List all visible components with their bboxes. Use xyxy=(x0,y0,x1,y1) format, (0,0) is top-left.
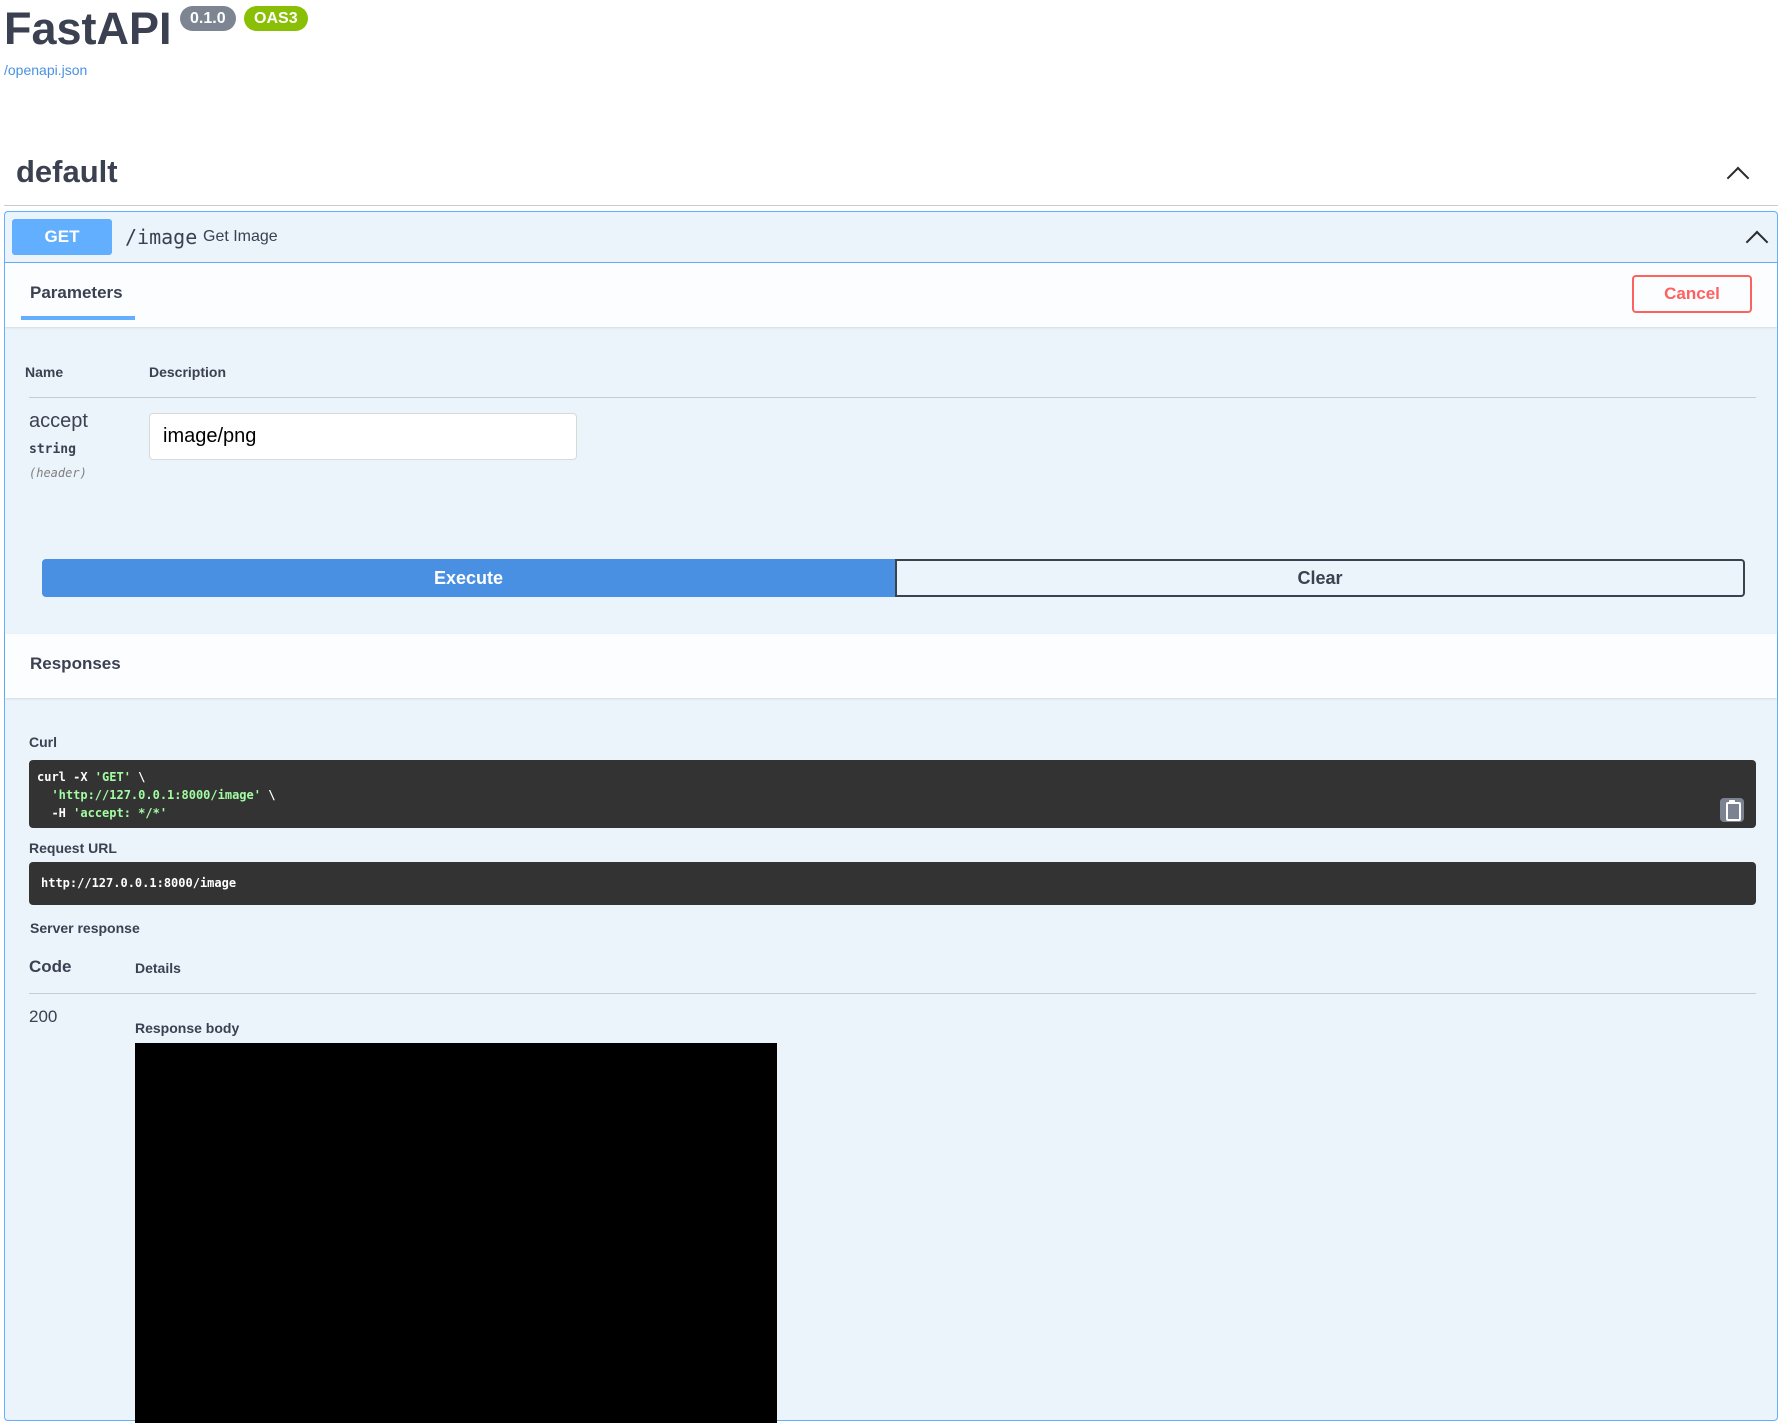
openapi-json-link[interactable]: /openapi.json xyxy=(4,62,87,78)
clear-button[interactable]: Clear xyxy=(895,559,1745,597)
oas-badge: OAS3 xyxy=(244,6,308,31)
curl-line-1: curl -X 'GET' \ xyxy=(37,770,146,784)
method-badge: GET xyxy=(12,219,112,255)
response-table-divider xyxy=(29,993,1756,994)
status-code: 200 xyxy=(29,1007,58,1026)
details-column-header: Details xyxy=(135,960,181,976)
chevron-up-icon[interactable] xyxy=(1745,230,1769,254)
response-body-label: Response body xyxy=(135,1020,240,1036)
request-url-block: http://127.0.0.1:8000/image xyxy=(29,862,1756,905)
operation-summary-text: Get Image xyxy=(203,228,278,245)
tag-section-header[interactable]: default xyxy=(4,146,1778,206)
tag-name: default xyxy=(16,154,118,189)
responses-title: Responses xyxy=(30,654,121,673)
tab-parameters[interactable]: Parameters xyxy=(30,283,123,303)
param-location: (header) xyxy=(29,466,87,480)
response-body-image xyxy=(135,1043,777,1423)
curl-line-3: -H 'accept: */*' xyxy=(51,806,168,820)
cancel-button[interactable]: Cancel xyxy=(1632,275,1752,313)
table-divider xyxy=(29,397,1756,398)
execute-button[interactable]: Execute xyxy=(42,559,895,597)
operation-summary[interactable]: GET /image Get Image xyxy=(5,212,1777,263)
copy-to-clipboard-icon[interactable] xyxy=(1720,798,1744,822)
request-url-label: Request URL xyxy=(29,840,117,856)
server-response-label: Server response xyxy=(30,920,140,936)
operation-path: /image xyxy=(125,225,198,249)
param-type: string xyxy=(29,442,76,457)
version-badge: 0.1.0 xyxy=(180,6,236,31)
column-header-description: Description xyxy=(149,364,227,380)
curl-code-block: curl -X 'GET' \ 'http://127.0.0.1:8000/i… xyxy=(29,760,1756,828)
column-header-name: Name xyxy=(25,364,64,380)
curl-label: Curl xyxy=(29,734,57,750)
accept-header-input[interactable] xyxy=(149,413,577,460)
responses-header: Responses xyxy=(5,634,1777,698)
tab-active-indicator xyxy=(21,316,135,320)
api-title: FastAPI xyxy=(4,3,172,54)
curl-line-2: 'http://127.0.0.1:8000/image' \ xyxy=(51,788,276,802)
parameters-header: Parameters Cancel xyxy=(5,263,1777,327)
api-info: FastAPI 0.1.0 OAS3 xyxy=(4,0,308,58)
chevron-up-icon[interactable] xyxy=(1726,166,1750,190)
param-name: accept xyxy=(29,410,88,432)
code-column-header: Code xyxy=(29,957,72,976)
